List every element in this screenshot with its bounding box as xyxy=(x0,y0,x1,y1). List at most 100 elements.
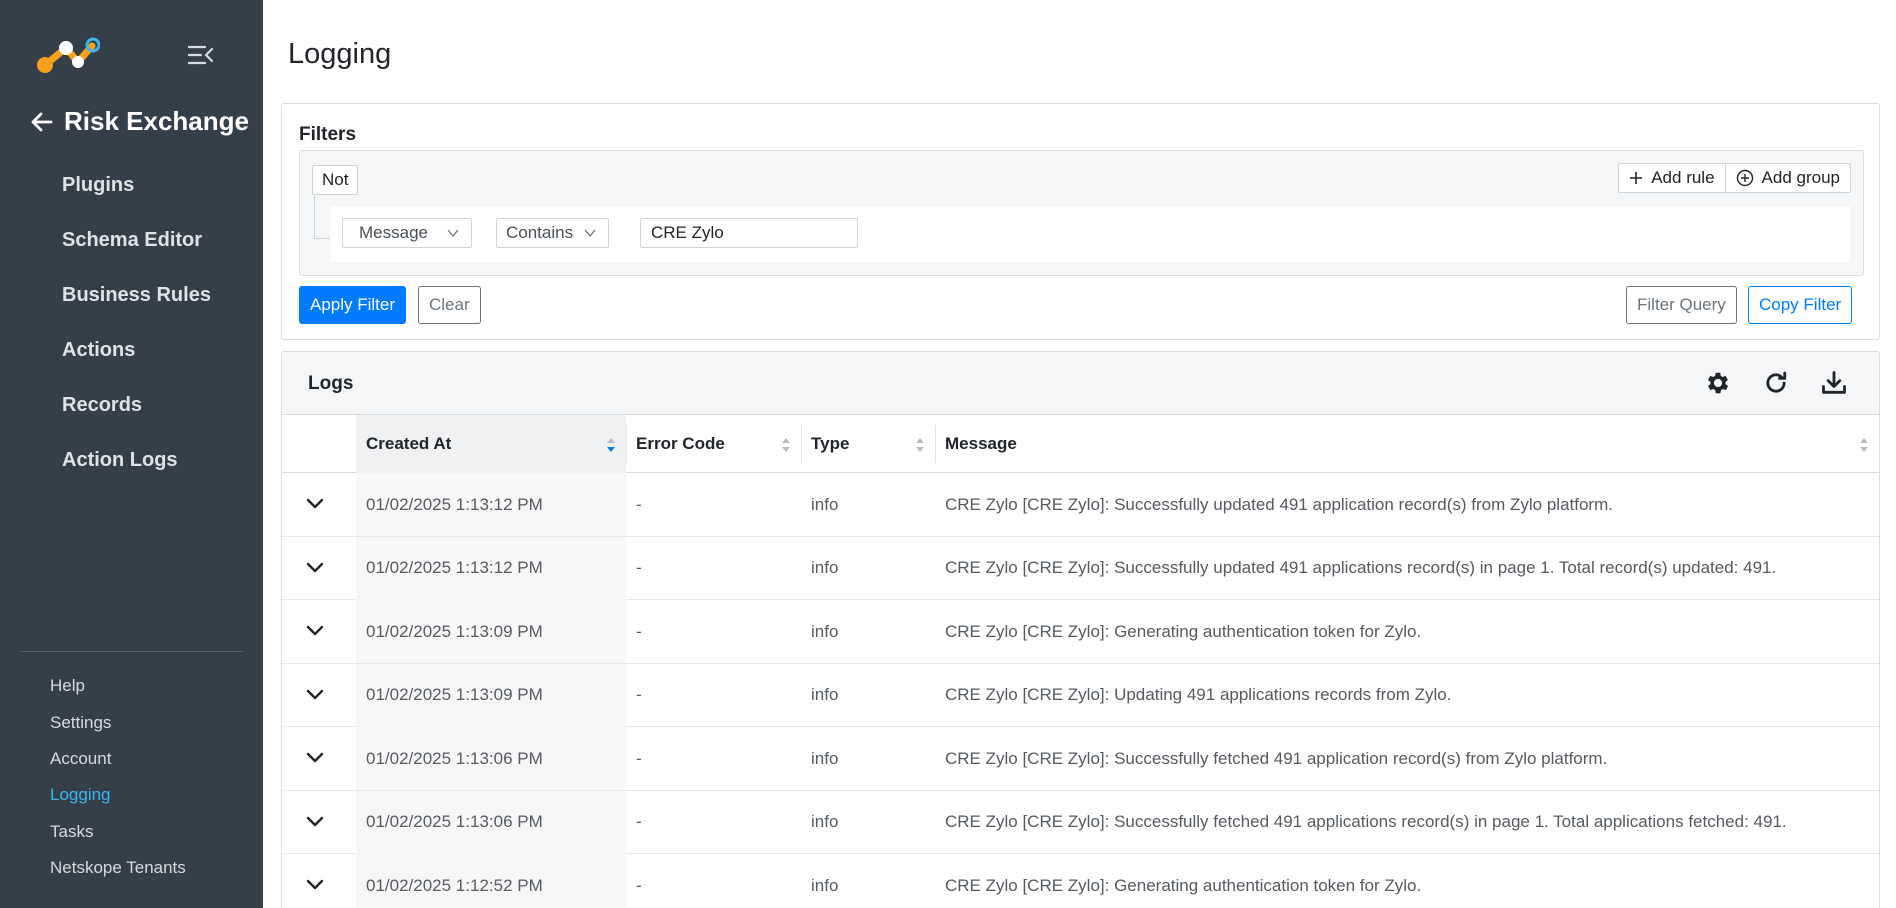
filter-query-button[interactable]: Filter Query xyxy=(1626,286,1737,324)
add-group-button[interactable]: Add group xyxy=(1725,163,1851,193)
download-icon[interactable] xyxy=(1820,369,1848,397)
column-error-code-label: Error Code xyxy=(636,434,725,453)
cell-type: info xyxy=(811,812,839,831)
cell-type: info xyxy=(811,748,839,768)
table-row: 01/02/2025 1:13:09 PM - info CRE Zylo [C… xyxy=(282,600,1879,664)
cell-error-code: - xyxy=(636,494,642,514)
cell-error-code: - xyxy=(636,812,642,831)
sidebar-item-settings[interactable]: Settings xyxy=(0,704,263,740)
gear-icon[interactable] xyxy=(1704,369,1732,397)
table-row: 01/02/2025 1:13:12 PM - info CRE Zylo [C… xyxy=(282,473,1879,537)
filters-card: Filters Not Add rule Add group Message C… xyxy=(281,103,1880,340)
refresh-icon[interactable] xyxy=(1762,369,1790,397)
sort-desc-icon xyxy=(607,438,615,452)
sidebar-item-action-logs[interactable]: Action Logs xyxy=(0,433,263,488)
sort-icon xyxy=(782,438,790,452)
table-row: 01/02/2025 1:13:06 PM - info CRE Zylo [C… xyxy=(282,790,1879,854)
table-header: Created At Error Code Type Message xyxy=(282,415,1879,473)
cell-error-code: - xyxy=(636,558,642,577)
chevron-down-icon[interactable] xyxy=(306,497,324,511)
logs-card: Logs Created At Error Code Type Message … xyxy=(281,351,1880,908)
cell-created-at: 01/02/2025 1:13:06 PM xyxy=(356,727,626,790)
cell-created-at: 01/02/2025 1:13:12 PM xyxy=(356,536,626,600)
filters-title: Filters xyxy=(299,124,357,145)
table-row: 01/02/2025 1:13:12 PM - info CRE Zylo [C… xyxy=(282,536,1879,600)
cell-error-code: - xyxy=(636,685,642,704)
sidebar-main-nav: Plugins Schema Editor Business Rules Act… xyxy=(0,158,263,488)
add-rule-button[interactable]: Add rule xyxy=(1618,163,1726,193)
sidebar-item-netskope-tenants[interactable]: Netskope Tenants xyxy=(0,850,263,886)
column-type-label: Type xyxy=(811,434,850,453)
cell-error-code: - xyxy=(636,621,642,641)
field-select[interactable]: Message xyxy=(342,218,472,248)
sidebar-item-tasks[interactable]: Tasks xyxy=(0,814,263,850)
chevron-down-icon[interactable] xyxy=(306,624,324,638)
cell-message: CRE Zylo [CRE Zylo]: Successfully fetche… xyxy=(945,812,1787,831)
cell-type: info xyxy=(811,685,839,704)
cell-message: CRE Zylo [CRE Zylo]: Successfully update… xyxy=(945,558,1777,577)
table-row: 01/02/2025 1:13:09 PM - info CRE Zylo [C… xyxy=(282,663,1879,727)
page-title: Logging xyxy=(288,38,392,70)
column-message[interactable]: Message xyxy=(935,415,1879,473)
add-rule-label: Add rule xyxy=(1651,168,1715,187)
cell-created-at: 01/02/2025 1:13:09 PM xyxy=(356,663,626,727)
sidebar-item-account[interactable]: Account xyxy=(0,741,263,777)
plus-circle-icon xyxy=(1736,169,1753,187)
add-group-label: Add group xyxy=(1761,168,1840,187)
chevron-down-icon[interactable] xyxy=(306,561,324,575)
logs-title: Logs xyxy=(308,373,354,394)
operator-select-value: Contains xyxy=(506,223,574,242)
column-created-at[interactable]: Created At xyxy=(356,415,626,473)
sidebar-divider xyxy=(20,651,243,652)
filter-value-input[interactable] xyxy=(640,218,858,248)
chevron-down-icon[interactable] xyxy=(306,815,324,829)
cell-error-code: - xyxy=(636,748,642,768)
sidebar: Risk Exchange Plugins Schema Editor Busi… xyxy=(0,0,263,908)
operator-select[interactable]: Contains xyxy=(496,218,609,248)
cell-created-at: 01/02/2025 1:13:09 PM xyxy=(356,600,626,663)
cell-type: info xyxy=(811,494,839,514)
cell-type: info xyxy=(811,621,839,641)
sidebar-bottom-nav: Help Settings Account Logging Tasks Nets… xyxy=(0,668,263,886)
column-message-label: Message xyxy=(945,434,1017,453)
not-toggle-button[interactable]: Not xyxy=(312,165,359,195)
cell-message: CRE Zylo [CRE Zylo]: Successfully fetche… xyxy=(945,748,1608,768)
plus-icon xyxy=(1630,172,1643,184)
column-type[interactable]: Type xyxy=(801,415,935,473)
cell-message: CRE Zylo [CRE Zylo]: Generating authenti… xyxy=(945,621,1422,641)
back-to-risk-exchange[interactable]: Risk Exchange xyxy=(30,106,249,137)
sidebar-item-records[interactable]: Records xyxy=(0,378,263,433)
chevron-down-icon[interactable] xyxy=(306,751,324,765)
query-builder: Not Add rule Add group Message Contains xyxy=(299,150,1864,276)
column-error-code[interactable]: Error Code xyxy=(626,415,801,473)
column-created-at-label: Created At xyxy=(366,434,452,453)
cell-error-code: - xyxy=(636,875,642,895)
sidebar-item-business-rules[interactable]: Business Rules xyxy=(0,268,263,323)
tree-connector xyxy=(314,195,330,239)
netskope-logo-icon xyxy=(37,37,100,73)
sort-icon xyxy=(1860,438,1868,452)
table-body: 01/02/2025 1:13:12 PM - info CRE Zylo [C… xyxy=(282,473,1879,908)
filter-rule: Message Contains xyxy=(330,206,1850,262)
sidebar-item-help[interactable]: Help xyxy=(0,668,263,704)
collapse-menu-icon[interactable] xyxy=(188,44,214,66)
sidebar-item-actions[interactable]: Actions xyxy=(0,323,263,378)
logs-header: Logs xyxy=(282,352,1879,415)
table-row: 01/02/2025 1:13:06 PM - info CRE Zylo [C… xyxy=(282,727,1879,791)
sidebar-item-plugins[interactable]: Plugins xyxy=(0,158,263,213)
arrow-left-icon xyxy=(31,112,53,131)
apply-filter-button[interactable]: Apply Filter xyxy=(299,286,407,324)
sort-icon xyxy=(916,438,924,452)
cell-type: info xyxy=(811,558,839,577)
cell-message: CRE Zylo [CRE Zylo]: Successfully update… xyxy=(945,494,1613,514)
chevron-down-icon xyxy=(584,229,596,238)
sidebar-item-schema-editor[interactable]: Schema Editor xyxy=(0,213,263,268)
copy-filter-button[interactable]: Copy Filter xyxy=(1748,286,1853,324)
cell-message: CRE Zylo [CRE Zylo]: Generating authenti… xyxy=(945,875,1422,895)
field-select-value: Message xyxy=(359,223,428,242)
chevron-down-icon[interactable] xyxy=(306,878,324,892)
clear-button[interactable]: Clear xyxy=(418,286,481,324)
sidebar-item-logging[interactable]: Logging xyxy=(0,777,263,813)
chevron-down-icon[interactable] xyxy=(306,688,324,702)
add-buttons-group: Add rule Add group xyxy=(1618,163,1851,193)
